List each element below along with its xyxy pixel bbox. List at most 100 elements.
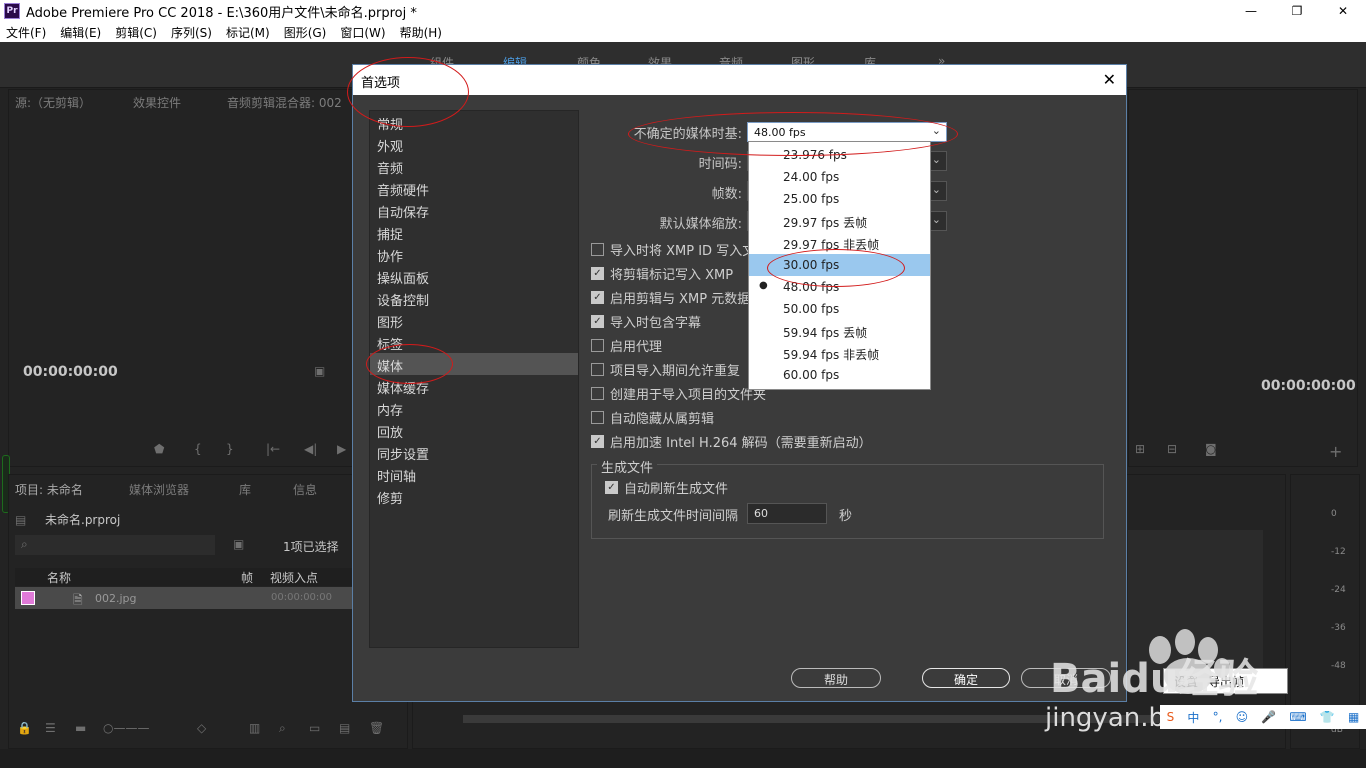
tab-source[interactable]: 源:（无剪辑） [15, 94, 91, 111]
fps-option[interactable]: 59.94 fps 非丢帧 [749, 342, 930, 364]
add-button-icon[interactable]: + [1329, 442, 1342, 461]
extract-icon[interactable]: ⊟ [1167, 442, 1177, 456]
help-button[interactable]: 帮助 [791, 668, 881, 688]
checkbox-box[interactable] [591, 339, 604, 352]
play-icon[interactable]: ▶ [337, 442, 346, 456]
category-collaboration[interactable]: 协作 [370, 243, 578, 265]
fps-option[interactable]: 29.97 fps 丢帧 [749, 210, 930, 232]
checkbox-write-clip-markers[interactable]: ✓ 将剪辑标记写入 XMP [591, 264, 733, 283]
ime-grid-icon[interactable]: ▦ [1348, 710, 1359, 724]
checkbox-include-captions[interactable]: ✓ 导入时包含字幕 [591, 312, 701, 331]
category-audio-hardware[interactable]: 音频硬件 [370, 177, 578, 199]
checkbox-create-folder[interactable]: 创建用于导入项目的文件夹 [591, 384, 766, 403]
checkbox-box[interactable]: ✓ [591, 267, 604, 280]
ime-keyboard-icon[interactable]: ⌨ [1289, 710, 1306, 724]
category-trim[interactable]: 修剪 [370, 485, 578, 507]
close-button[interactable]: ✕ [1320, 0, 1366, 22]
find-icon[interactable]: ⌕ [279, 721, 286, 736]
category-capture[interactable]: 捕捉 [370, 221, 578, 243]
column-frame-rate[interactable]: 帧 [241, 569, 253, 586]
category-playback[interactable]: 回放 [370, 419, 578, 441]
checkbox-box[interactable]: ✓ [591, 315, 604, 328]
column-name[interactable]: 名称 [47, 569, 71, 586]
list-view-icon[interactable]: ☰ [45, 721, 56, 735]
new-folder-icon[interactable]: ▭ [309, 721, 320, 735]
checkbox-box[interactable]: ✓ [591, 291, 604, 304]
ime-chinese-icon[interactable]: 中 [1187, 709, 1199, 726]
checkbox-enable-clip-xmp[interactable]: ✓ 启用剪辑与 XMP 元数据 [591, 288, 750, 307]
maximize-button[interactable]: ❐ [1274, 0, 1320, 22]
meter-tick: 0 [1331, 509, 1337, 519]
checkbox-h264-decode[interactable]: ✓ 启用加速 Intel H.264 解码（需要重新启动） [591, 432, 872, 451]
menu-help[interactable]: 帮助(H) [400, 24, 442, 41]
checkbox-box[interactable] [591, 243, 604, 256]
refresh-interval-input[interactable]: 60 [747, 503, 827, 524]
column-in-point[interactable]: 视频入点 [270, 569, 318, 586]
ok-button[interactable]: 确定 [922, 668, 1010, 688]
tab-media-browser[interactable]: 媒体浏览器 [129, 481, 189, 498]
checkbox-box[interactable] [591, 411, 604, 424]
category-device-control[interactable]: 设备控制 [370, 287, 578, 309]
category-appearance[interactable]: 外观 [370, 133, 578, 155]
go-to-in-icon[interactable]: |← [266, 442, 280, 456]
dialog-close-button[interactable]: ✕ [1103, 70, 1116, 89]
category-sync-settings[interactable]: 同步设置 [370, 441, 578, 463]
category-timeline[interactable]: 时间轴 [370, 463, 578, 485]
category-memory[interactable]: 内存 [370, 397, 578, 419]
new-bin-icon[interactable]: ▣ [233, 537, 244, 551]
checkbox-box[interactable]: ✓ [591, 435, 604, 448]
fps-option[interactable]: 24.00 fps [749, 166, 930, 188]
new-item-icon[interactable]: ▤ [339, 721, 350, 735]
lock-icon[interactable]: 🔒 [17, 721, 32, 735]
category-audio[interactable]: 音频 [370, 155, 578, 177]
ime-mic-icon[interactable]: 🎤 [1261, 710, 1276, 724]
checkbox-allow-duplicate[interactable]: 项目导入期间允许重复 [591, 360, 740, 379]
tab-info[interactable]: 信息 [293, 481, 317, 498]
menu-sequence[interactable]: 序列(S) [171, 24, 212, 41]
tab-audio-clip-mixer[interactable]: 音频剪辑混合器: 002 [227, 94, 342, 111]
trash-icon[interactable]: 🗑 [369, 721, 384, 735]
project-search-input[interactable]: ⌕ [15, 535, 215, 555]
mark-out-icon[interactable]: } [226, 442, 234, 456]
ime-skin-icon[interactable]: 👕 [1320, 710, 1335, 724]
fit-icon[interactable]: ▣ [314, 364, 325, 378]
marker-icon[interactable]: ⬟ [154, 442, 164, 456]
sort-icon[interactable]: ◇ [197, 721, 206, 735]
ime-logo-icon[interactable]: S [1167, 710, 1175, 724]
lift-icon[interactable]: ⊞ [1135, 442, 1145, 456]
checkbox-auto-hide-subclips[interactable]: 自动隐藏从属剪辑 [591, 408, 714, 427]
mark-in-icon[interactable]: { [194, 442, 202, 456]
checkbox-write-xmp-id[interactable]: 导入时将 XMP ID 写入文 [591, 240, 755, 259]
table-row[interactable]: 🗎 002.jpg 00:00:00:00 [15, 587, 355, 609]
minimize-button[interactable]: — [1228, 0, 1274, 22]
tab-project[interactable]: 项目: 未命名 [15, 481, 83, 498]
category-graphics[interactable]: 图形 [370, 309, 578, 331]
fps-option[interactable]: 59.94 fps 丢帧 [749, 320, 930, 342]
fps-option[interactable]: 25.00 fps [749, 188, 930, 210]
ime-emoji-icon[interactable]: ☺ [1236, 710, 1249, 724]
category-auto-save[interactable]: 自动保存 [370, 199, 578, 221]
automate-icon[interactable]: ▥ [249, 721, 260, 735]
menu-clip[interactable]: 剪辑(C) [115, 24, 157, 41]
ime-punctuation-icon[interactable]: °, [1213, 710, 1223, 724]
menu-file[interactable]: 文件(F) [6, 24, 46, 41]
fps-option[interactable]: 50.00 fps [749, 298, 930, 320]
checkbox-box[interactable]: ✓ [605, 481, 618, 494]
checkbox-box[interactable] [591, 363, 604, 376]
checkbox-auto-refresh[interactable]: ✓ 自动刷新生成文件 [605, 478, 728, 497]
fps-option[interactable]: 60.00 fps [749, 364, 930, 386]
step-back-icon[interactable]: ◀| [304, 442, 317, 456]
menu-marker[interactable]: 标记(M) [226, 24, 270, 41]
icon-view-icon[interactable]: ▬ [75, 721, 86, 735]
label-color-swatch[interactable] [21, 591, 35, 605]
menu-edit[interactable]: 编辑(E) [60, 24, 101, 41]
menu-graphics[interactable]: 图形(G) [284, 24, 327, 41]
checkbox-box[interactable] [591, 387, 604, 400]
category-control-surface[interactable]: 操纵面板 [370, 265, 578, 287]
checkbox-enable-proxies[interactable]: 启用代理 [591, 336, 662, 355]
tab-library[interactable]: 库 [239, 481, 251, 498]
menu-window[interactable]: 窗口(W) [340, 24, 385, 41]
camera-icon[interactable]: ◙ [1205, 442, 1217, 456]
tab-effect-controls[interactable]: 效果控件 [133, 94, 181, 111]
zoom-slider-icon[interactable]: ○——— [103, 721, 149, 735]
